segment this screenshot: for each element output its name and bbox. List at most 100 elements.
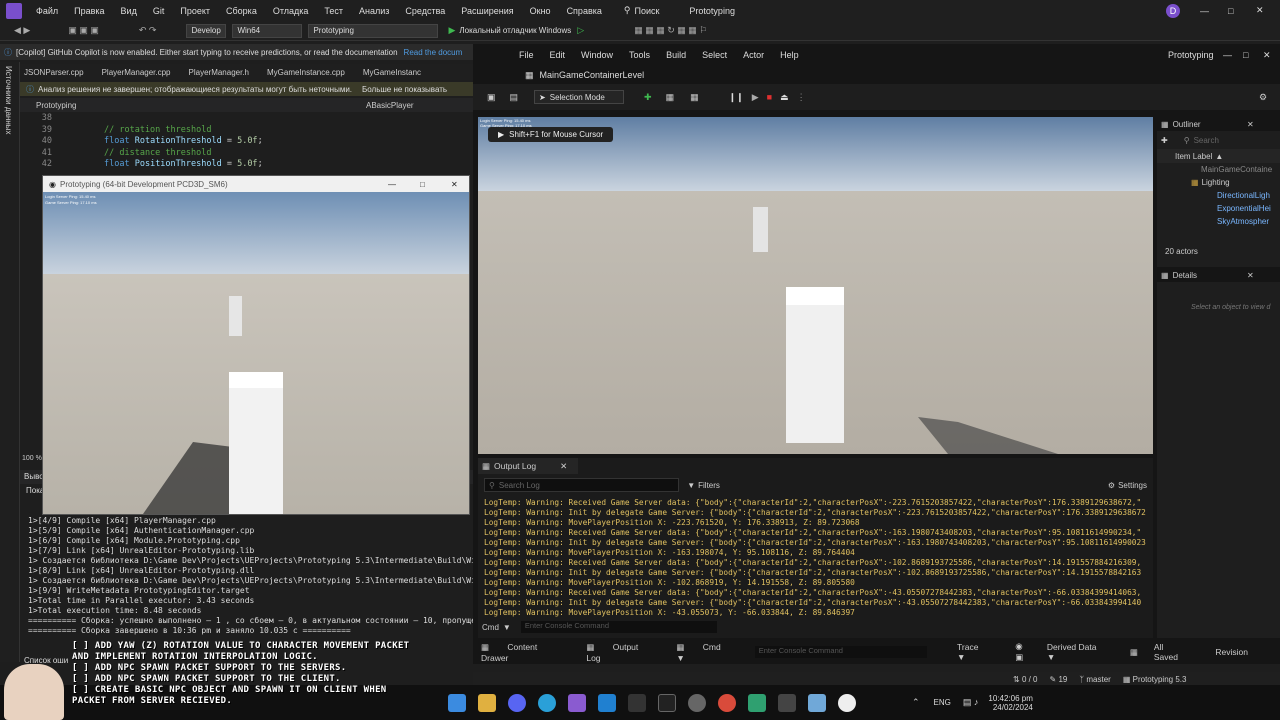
cinematics-icon[interactable]: ▦ bbox=[690, 92, 699, 103]
copilot-doc-link[interactable]: Read the docum bbox=[404, 48, 463, 57]
cmd-select[interactable]: Cmd bbox=[482, 623, 499, 632]
ue-level-tab[interactable]: ▦ MainGameContainerLevel bbox=[473, 66, 1280, 84]
menu-test[interactable]: Тест bbox=[324, 6, 343, 16]
git-changes[interactable]: ✎ 19 bbox=[1050, 675, 1068, 684]
nav-class[interactable]: ABasicPlayer bbox=[366, 101, 414, 110]
source-control-icon[interactable]: ▦ bbox=[1130, 647, 1138, 658]
output-log-tab[interactable]: ▦ Output Log ✕ bbox=[478, 458, 578, 474]
derived-data-button[interactable]: Derived Data ▼ bbox=[1047, 642, 1114, 662]
bottom-console-input[interactable]: Enter Console Command bbox=[754, 646, 928, 658]
back-icon[interactable]: ◀ ▶ bbox=[14, 25, 30, 36]
menu-git[interactable]: Git bbox=[153, 6, 165, 16]
filters-button[interactable]: Filters bbox=[698, 481, 720, 490]
settings-button[interactable]: Settings bbox=[1118, 481, 1147, 490]
status-project[interactable]: ▦ Prototyping 5.3 bbox=[1123, 675, 1187, 684]
undo-icon[interactable]: ↶ ↷ bbox=[139, 25, 157, 36]
save-icon[interactable]: ▣ ▣ ▣ bbox=[68, 25, 99, 36]
menu-debug[interactable]: Отладка bbox=[273, 6, 309, 16]
tab-playermanager-cpp[interactable]: PlayerManager.cpp bbox=[102, 68, 171, 77]
save-icon[interactable]: ▣ bbox=[487, 92, 496, 103]
git-sync[interactable]: ⇅ 0 / 0 bbox=[1013, 675, 1038, 684]
app-icon[interactable] bbox=[778, 693, 796, 712]
maximize-icon[interactable]: □ bbox=[420, 180, 425, 189]
record-icon[interactable]: ◉ ▣ bbox=[1015, 641, 1031, 663]
file-explorer-icon[interactable] bbox=[478, 693, 496, 712]
cmd-button[interactable]: ▦ Cmd ▼ bbox=[676, 642, 738, 663]
all-saved-status[interactable]: All Saved bbox=[1154, 642, 1200, 662]
terminal-icon[interactable] bbox=[628, 693, 646, 712]
game-viewport[interactable] bbox=[43, 192, 469, 514]
pause-icon[interactable]: ❙❙ bbox=[729, 92, 744, 103]
settings-icon[interactable]: ⚙ bbox=[1108, 481, 1115, 490]
menu-edit[interactable]: Правка bbox=[74, 6, 104, 16]
settings-icon[interactable]: ⚙ bbox=[1259, 92, 1267, 103]
ue-menu-select[interactable]: Select bbox=[702, 50, 727, 60]
chrome-icon[interactable] bbox=[718, 693, 736, 712]
visual-studio-icon[interactable] bbox=[568, 693, 586, 712]
ue-viewport-scene[interactable] bbox=[478, 117, 1153, 454]
vscode-icon[interactable] bbox=[598, 693, 616, 712]
chevron-down-icon[interactable]: ▼ bbox=[503, 623, 511, 632]
menu-tools[interactable]: Средства bbox=[405, 6, 445, 16]
tree-item-exponential-height-fog[interactable]: ExponentialHei bbox=[1157, 204, 1280, 217]
menu-file[interactable]: Файл bbox=[36, 6, 58, 16]
blueprint-icon[interactable]: ▦ bbox=[666, 92, 675, 103]
console-input[interactable]: Enter Console Command bbox=[520, 621, 717, 633]
search-icon[interactable]: ⚲ bbox=[624, 5, 631, 16]
minimize-icon[interactable]: — bbox=[388, 180, 396, 189]
ue-viewport[interactable]: Login Server Ping: 15.40 ms Game Server … bbox=[478, 117, 1153, 454]
tree-item-sky-atmosphere[interactable]: SkyAtmospher bbox=[1157, 217, 1280, 230]
zoom-level[interactable]: 100 % bbox=[22, 455, 42, 462]
menu-window[interactable]: Окно bbox=[530, 6, 551, 16]
tree-item-level[interactable]: MainGameContaine bbox=[1157, 165, 1280, 178]
network-icon[interactable]: ▤ ♪ bbox=[963, 697, 979, 708]
tab-playermanager-h[interactable]: PlayerManager.h bbox=[189, 68, 249, 77]
menu-project[interactable]: Проект bbox=[180, 6, 210, 16]
close-icon[interactable]: ✕ bbox=[1263, 50, 1271, 61]
settings-icon[interactable] bbox=[688, 693, 706, 712]
tab-mygameinstance-h[interactable]: MyGameInstanc bbox=[363, 68, 421, 77]
ue-menu-actor[interactable]: Actor bbox=[743, 50, 764, 60]
minimize-icon[interactable]: — bbox=[1223, 50, 1232, 60]
content-drawer-button[interactable]: ▦ Content Drawer bbox=[481, 642, 570, 663]
tree-item-lighting[interactable]: ▦ Lighting bbox=[1157, 178, 1280, 191]
project-select[interactable]: Prototyping bbox=[308, 23, 439, 38]
play-icon[interactable]: ▶ bbox=[448, 25, 455, 36]
platform-select[interactable]: Win64 bbox=[232, 23, 303, 38]
close-icon[interactable]: ✕ bbox=[1256, 5, 1264, 16]
avatar[interactable]: D bbox=[1166, 3, 1180, 18]
play-outline-icon[interactable]: ▷ bbox=[577, 25, 584, 36]
app-icon[interactable] bbox=[748, 693, 766, 712]
eject-icon[interactable]: ⏏ bbox=[780, 92, 789, 103]
menu-view[interactable]: Вид bbox=[121, 6, 137, 16]
git-branch[interactable]: ᛉ master bbox=[1079, 675, 1110, 684]
maximize-icon[interactable]: □ bbox=[1243, 50, 1248, 60]
tray-chevron-icon[interactable]: ⌃ bbox=[912, 697, 920, 708]
menu-help[interactable]: Справка bbox=[567, 6, 602, 16]
code-editor[interactable]: 38 39// rotation threshold 40 float Rotat… bbox=[20, 113, 473, 176]
ue-menu-edit[interactable]: Edit bbox=[550, 50, 566, 60]
epic-games-icon[interactable] bbox=[658, 693, 676, 712]
close-icon[interactable]: ✕ bbox=[1247, 271, 1254, 280]
tab-jsonparser[interactable]: JSONParser.cpp bbox=[24, 68, 84, 77]
language-indicator[interactable]: ENG bbox=[934, 698, 951, 707]
ue-menu-tools[interactable]: Tools bbox=[629, 50, 650, 60]
menu-analyze[interactable]: Анализ bbox=[359, 6, 389, 16]
ue-menu-help[interactable]: Help bbox=[780, 50, 799, 60]
tree-item-directional-light[interactable]: DirectionalLigh bbox=[1157, 191, 1280, 204]
close-icon[interactable]: ✕ bbox=[451, 180, 458, 189]
outliner-search-input[interactable]: Search bbox=[1194, 136, 1219, 145]
minimize-icon[interactable]: — bbox=[1200, 6, 1209, 16]
revision-control-button[interactable]: Revision bbox=[1215, 647, 1264, 657]
output-log-button[interactable]: ▦ Output Log bbox=[586, 642, 660, 663]
unreal-engine-icon[interactable] bbox=[838, 693, 856, 712]
menu-build[interactable]: Сборка bbox=[226, 6, 257, 16]
ue-menu-file[interactable]: File bbox=[519, 50, 534, 60]
selection-mode-select[interactable]: ➤ Selection Mode bbox=[534, 90, 625, 104]
toolbar-icons[interactable]: ▦ ▦ ▦ ↻ ▦ ▦ ⚐ bbox=[634, 25, 707, 36]
notepad-icon[interactable] bbox=[808, 693, 826, 712]
add-icon[interactable]: ✚ bbox=[644, 92, 652, 103]
config-select[interactable]: Develop bbox=[186, 23, 227, 38]
clock[interactable]: 10:42:06 pm 24/02/2024 bbox=[988, 694, 1032, 712]
more-icon[interactable]: ⋮ bbox=[797, 92, 806, 103]
